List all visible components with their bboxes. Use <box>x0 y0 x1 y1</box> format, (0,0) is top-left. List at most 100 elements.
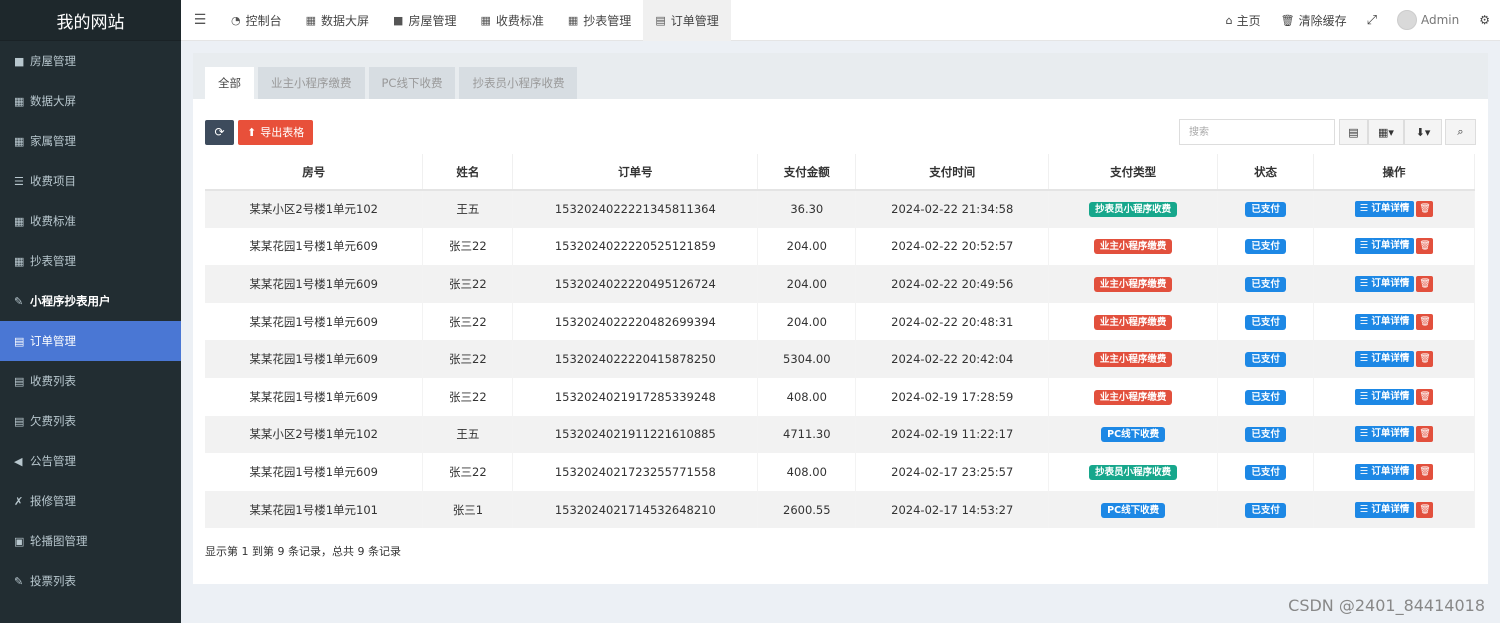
trash-icon: 🗑 <box>1419 354 1431 365</box>
pay-type-badge: 业主小程序缴费 <box>1093 389 1173 405</box>
delete-button[interactable]: 🗑 <box>1416 313 1434 330</box>
order-detail-button[interactable]: ☰ 订单详情 <box>1354 463 1415 480</box>
order-detail-button[interactable]: ☰ 订单详情 <box>1354 351 1415 368</box>
menu-toggle-icon[interactable]: ☰ <box>181 0 219 41</box>
delete-button[interactable]: 🗑 <box>1416 201 1434 218</box>
export-button[interactable]: ⬆ 导出表格 <box>238 119 314 145</box>
order-detail-button[interactable]: ☰ 订单详情 <box>1354 313 1415 330</box>
column-header[interactable]: 房号 <box>205 154 424 191</box>
delete-button[interactable]: 🗑 <box>1416 426 1434 443</box>
sidebar-item[interactable]: ✗ 报修管理 <box>0 481 181 521</box>
trash-icon: 🗑 <box>1280 13 1295 27</box>
site-logo[interactable]: 我的网站 <box>0 0 181 41</box>
delete-button[interactable]: 🗑 <box>1416 463 1434 480</box>
search-input[interactable] <box>1179 119 1335 145</box>
amount-cell: 408.00 <box>757 453 857 491</box>
sidebar-item[interactable]: ▦ 数据大屏 <box>0 81 181 121</box>
order-detail-button[interactable]: ☰ 订单详情 <box>1354 426 1415 443</box>
order-detail-button[interactable]: ☰ 订单详情 <box>1354 201 1415 218</box>
fullscreen-button[interactable]: ⤢ <box>1357 13 1387 28</box>
amount-cell: 36.30 <box>757 190 857 228</box>
watermark: CSDN @2401_84414018 <box>1288 596 1485 615</box>
column-header[interactable]: 支付类型 <box>1048 154 1219 191</box>
clear-cache-link[interactable]: 🗑 清除缓存 <box>1271 12 1357 29</box>
advanced-search-button[interactable]: ⌕ <box>1445 119 1476 145</box>
order-type-tab[interactable]: 抄表员小程序收费 <box>459 67 578 99</box>
column-header[interactable]: 状态 <box>1217 154 1315 191</box>
order-type-tab[interactable]: 全部 <box>205 67 254 99</box>
nav-tab[interactable]: ■ 房屋管理 <box>381 0 468 41</box>
settings-button[interactable]: ⚙ <box>1469 13 1500 27</box>
export-label: 导出表格 <box>260 126 305 139</box>
order-detail-button[interactable]: ☰ 订单详情 <box>1354 501 1415 518</box>
delete-button[interactable]: 🗑 <box>1416 388 1434 405</box>
nav-tab[interactable]: ▤ 订单管理 <box>643 0 731 41</box>
sidebar-item[interactable]: ■ 房屋管理 <box>0 41 181 81</box>
status-badge: 已支付 <box>1245 427 1286 443</box>
sidebar-menu: ■ 房屋管理 ▦ 数据大屏 ▦ 家属管理 ☰ 收费项目 ▦ 收费标准 ▦ 抄表管理 ✎ 小程序抄表用户 ▤ 订… <box>0 41 181 601</box>
pay-type-cell: 业主小程序缴费 <box>1048 340 1219 378</box>
order-detail-label: 订单详情 <box>1371 390 1410 402</box>
table-row: 某某花园1号楼1单元609 张三22 153202402172325577155… <box>205 453 1475 491</box>
delete-button[interactable]: 🗑 <box>1416 275 1434 292</box>
sidebar-item[interactable]: ✎ 投票列表 <box>0 561 181 601</box>
order-type-tab[interactable]: 业主小程序缴费 <box>258 67 365 99</box>
pay-type-cell: 业主小程序缴费 <box>1048 377 1219 416</box>
sidebar-item[interactable]: ▣ 轮播图管理 <box>0 521 181 561</box>
nav-tab-label: 抄表管理 <box>583 13 632 28</box>
pay-type-badge: PC线下收费 <box>1101 502 1166 518</box>
nav-tab[interactable]: ◔ 控制台 <box>219 0 294 41</box>
column-header[interactable]: 操作 <box>1313 154 1475 191</box>
sidebar-item[interactable]: ▦ 抄表管理 <box>0 241 181 281</box>
table-icon: ▦ <box>567 13 579 27</box>
status-badge: 已支付 <box>1245 502 1286 518</box>
status-badge: 已支付 <box>1245 202 1286 218</box>
toggle-view-button[interactable]: ▤ <box>1339 119 1368 145</box>
trash-icon: 🗑 <box>1419 316 1431 327</box>
edit-icon: ✎ <box>14 294 24 308</box>
sidebar-item[interactable]: ▦ 收费标准 <box>0 201 181 241</box>
order-type-tab[interactable]: PC线下收费 <box>368 67 456 99</box>
actions-cell: ☰ 订单详情 🗑 <box>1313 190 1475 228</box>
table-row: 某某花园1号楼1单元609 张三22 153202402222048269939… <box>205 302 1475 341</box>
actions-cell: ☰ 订单详情 🗑 <box>1313 453 1475 491</box>
sidebar-item[interactable]: ▦ 家属管理 <box>0 121 181 161</box>
name-cell: 张三22 <box>422 227 514 266</box>
list-alt-icon: ▤ <box>14 414 25 428</box>
export-format-button[interactable]: ⬇▾ <box>1404 119 1442 145</box>
order-detail-button[interactable]: ☰ 订单详情 <box>1354 275 1415 292</box>
nav-tab[interactable]: ▦ 收费标准 <box>468 0 555 41</box>
sidebar-item[interactable]: ✎ 小程序抄表用户 <box>0 281 181 321</box>
column-header[interactable]: 订单号 <box>512 154 759 191</box>
sidebar-item[interactable]: ◀ 公告管理 <box>0 441 181 481</box>
actions-cell: ☰ 订单详情 🗑 <box>1313 490 1475 529</box>
list-view-icon: ▤ <box>1348 125 1359 139</box>
home-link[interactable]: ⌂ 主页 <box>1216 12 1271 29</box>
sidebar-item-label: 收费项目 <box>30 174 76 188</box>
sidebar-item[interactable]: ☰ 收费项目 <box>0 161 181 201</box>
delete-button[interactable]: 🗑 <box>1416 501 1434 518</box>
sidebar-item[interactable]: ▤ 订单管理 <box>0 321 181 361</box>
pay-time-cell: 2024-02-19 17:28:59 <box>855 377 1050 416</box>
delete-button[interactable]: 🗑 <box>1416 351 1434 368</box>
list-icon: ☰ <box>14 174 24 188</box>
nav-tab[interactable]: ▦ 数据大屏 <box>294 0 381 41</box>
columns-button[interactable]: ▦▾ <box>1368 119 1404 145</box>
delete-button[interactable]: 🗑 <box>1416 238 1434 255</box>
pay-time-cell: 2024-02-22 21:34:58 <box>855 190 1050 228</box>
nav-tab[interactable]: ▦ 抄表管理 <box>556 0 643 41</box>
column-header[interactable]: 支付金额 <box>757 154 857 191</box>
sidebar-item[interactable]: ▤ 收费列表 <box>0 361 181 401</box>
main-panel: 全部业主小程序缴费PC线下收费抄表员小程序收费 ⟳ ⬆导出表格 ▤ ▦▾ ⬇▾ … <box>193 53 1488 584</box>
refresh-button[interactable]: ⟳ <box>205 119 234 145</box>
sidebar-item[interactable]: ▤ 欠费列表 <box>0 401 181 441</box>
order-detail-button[interactable]: ☰ 订单详情 <box>1354 388 1415 405</box>
column-header[interactable]: 姓名 <box>422 154 514 191</box>
table-icon: ▦ <box>305 13 317 27</box>
order-detail-button[interactable]: ☰ 订单详情 <box>1354 238 1415 255</box>
column-header[interactable]: 支付时间 <box>855 154 1050 191</box>
status-cell: 已支付 <box>1217 415 1315 454</box>
pay-type-badge: 业主小程序缴费 <box>1093 276 1173 292</box>
table-row: 某某花园1号楼1单元609 张三22 153202402222052512185… <box>205 227 1475 266</box>
user-menu[interactable]: Admin <box>1387 10 1469 30</box>
